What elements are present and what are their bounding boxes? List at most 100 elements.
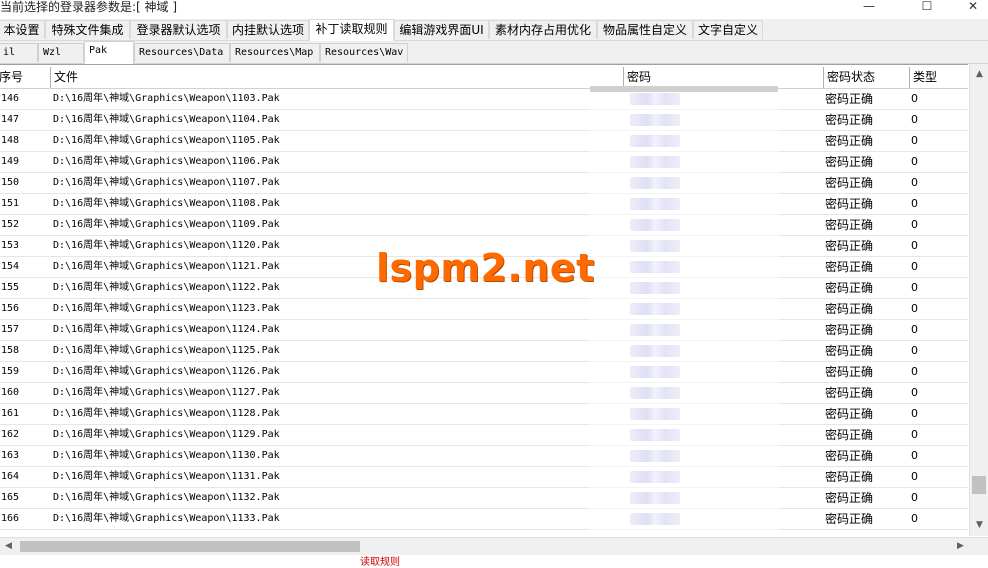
row-file-path: D:\16周年\神域\Graphics\Weapon\1130.Pak <box>53 450 280 461</box>
subtab-resources-data[interactable]: Resources\Data <box>134 43 230 62</box>
row-file-path: D:\16周年\神域\Graphics\Weapon\1109.Pak <box>53 219 280 230</box>
table-row[interactable]: 152 D:\16周年\神域\Graphics\Weapon\1109.Pak 密码… <box>0 215 968 236</box>
table-row[interactable]: 156 D:\16周年\神域\Graphics\Weapon\1123.Pak 密码… <box>0 299 968 320</box>
row-number: 165 <box>1 492 20 503</box>
table-row[interactable]: 149 D:\16周年\神域\Graphics\Weapon\1106.Pak 密码… <box>0 152 968 173</box>
scroll-down-icon[interactable]: ▼ <box>970 517 988 534</box>
row-type: 0 <box>911 92 918 105</box>
scroll-up-icon[interactable]: ▲ <box>970 66 988 83</box>
password-blur <box>630 366 680 378</box>
row-type: 0 <box>911 134 918 147</box>
row-number: 158 <box>1 345 20 356</box>
close-button[interactable]: ✕ <box>950 0 988 15</box>
row-type: 0 <box>911 176 918 189</box>
table-row[interactable]: 150 D:\16周年\神域\Graphics\Weapon\1107.Pak 密码… <box>0 173 968 194</box>
row-number: 159 <box>1 366 20 377</box>
row-number: 163 <box>1 450 20 461</box>
row-type: 0 <box>911 512 918 525</box>
row-file-path: D:\16周年\神域\Graphics\Weapon\1108.Pak <box>53 198 280 209</box>
password-blur <box>630 408 680 420</box>
row-number: 147 <box>1 114 20 125</box>
row-password-status: 密码正确 <box>825 365 874 379</box>
row-number: 149 <box>1 156 20 167</box>
scroll-right-icon[interactable]: ▶ <box>952 538 969 555</box>
row-type: 0 <box>911 365 918 378</box>
row-type: 0 <box>911 197 918 210</box>
vertical-scrollbar[interactable]: ▲ ▼ <box>969 64 988 536</box>
row-password-status: 密码正确 <box>825 134 874 148</box>
row-type: 0 <box>911 323 918 336</box>
subtab-resources-map[interactable]: Resources\Map <box>230 43 320 62</box>
password-blur <box>630 387 680 399</box>
row-password-status: 密码正确 <box>825 344 874 358</box>
table-row[interactable]: 151 D:\16周年\神域\Graphics\Weapon\1108.Pak 密码… <box>0 194 968 215</box>
row-file-path: D:\16周年\神域\Graphics\Weapon\1125.Pak <box>53 345 280 356</box>
tab-special-files[interactable]: 特殊文件集成 <box>45 20 130 39</box>
table-row[interactable]: 157 D:\16周年\神域\Graphics\Weapon\1124.Pak 密码… <box>0 320 968 341</box>
table-row[interactable]: 159 D:\16周年\神域\Graphics\Weapon\1126.Pak 密码… <box>0 362 968 383</box>
column-header-num[interactable]: 序号 <box>0 67 51 88</box>
row-password-redacted <box>625 215 823 235</box>
table-row[interactable]: 165 D:\16周年\神域\Graphics\Weapon\1132.Pak 密码… <box>0 488 968 509</box>
maximize-button[interactable]: ☐ <box>904 0 950 15</box>
tab-text-custom[interactable]: 文字自定义 <box>693 20 763 39</box>
table-row[interactable]: 161 D:\16周年\神域\Graphics\Weapon\1128.Pak 密码… <box>0 404 968 425</box>
password-blur <box>630 303 680 315</box>
row-type: 0 <box>911 302 918 315</box>
table-row[interactable]: 148 D:\16周年\神域\Graphics\Weapon\1105.Pak 密码… <box>0 131 968 152</box>
row-password-status: 密码正确 <box>825 281 874 295</box>
window-title: 当前选择的登录器参数是:[ 神域 ] <box>0 0 178 14</box>
vertical-scroll-thumb[interactable] <box>972 476 986 494</box>
row-password-redacted <box>625 425 823 445</box>
password-blur <box>630 114 680 126</box>
table-row[interactable]: 146 D:\16周年\神域\Graphics\Weapon\1103.Pak 密码… <box>0 89 968 110</box>
row-password-status: 密码正确 <box>825 155 874 169</box>
minimize-button[interactable]: — <box>846 0 892 15</box>
table-row[interactable]: 164 D:\16周年\神域\Graphics\Weapon\1131.Pak 密码… <box>0 467 968 488</box>
tab-edit-game-ui[interactable]: 编辑游戏界面UI <box>394 20 489 39</box>
row-type: 0 <box>911 113 918 126</box>
subtab-wzl[interactable]: Wzl <box>38 43 84 62</box>
column-header-file[interactable]: 文件 <box>51 67 624 88</box>
table-row[interactable]: 166 D:\16周年\神域\Graphics\Weapon\1133.Pak 密码… <box>0 509 968 530</box>
password-blur <box>630 492 680 504</box>
column-header-status[interactable]: 密码状态 <box>824 67 910 88</box>
tab-patch-rules[interactable]: 补丁读取规则 <box>309 19 394 41</box>
row-password-status: 密码正确 <box>825 428 874 442</box>
table-row[interactable]: 162 D:\16周年\神域\Graphics\Weapon\1129.Pak 密码… <box>0 425 968 446</box>
table-row[interactable]: 158 D:\16周年\神域\Graphics\Weapon\1125.Pak 密码… <box>0 341 968 362</box>
subtab-il[interactable]: il <box>0 43 38 62</box>
horizontal-scroll-thumb[interactable] <box>20 541 360 552</box>
list-header: 序号 文件 密码 密码状态 类型 <box>0 67 968 89</box>
row-password-redacted <box>625 194 823 214</box>
tab-memory-optimize[interactable]: 素材内存占用优化 <box>489 20 597 39</box>
row-password-status: 密码正确 <box>825 449 874 463</box>
row-password-redacted <box>625 299 823 319</box>
column-header-password[interactable]: 密码 <box>624 67 824 88</box>
row-file-path: D:\16周年\神域\Graphics\Weapon\1104.Pak <box>53 114 280 125</box>
row-file-path: D:\16周年\神域\Graphics\Weapon\1107.Pak <box>53 177 280 188</box>
table-row[interactable]: 160 D:\16周年\神域\Graphics\Weapon\1127.Pak 密码… <box>0 383 968 404</box>
tab-plugin-defaults[interactable]: 内挂默认选项 <box>227 20 309 39</box>
row-password-status: 密码正确 <box>825 260 874 274</box>
row-number: 166 <box>1 513 20 524</box>
scroll-left-icon[interactable]: ◀ <box>0 538 17 555</box>
tab-item-attributes[interactable]: 物品属性自定义 <box>597 20 693 39</box>
row-type: 0 <box>911 470 918 483</box>
subtab-pak[interactable]: Pak <box>84 41 134 64</box>
row-number: 152 <box>1 219 20 230</box>
table-row[interactable]: 163 D:\16周年\神域\Graphics\Weapon\1130.Pak 密码… <box>0 446 968 467</box>
row-password-redacted <box>625 320 823 340</box>
tab-basic-settings[interactable]: 本设置 <box>0 20 45 39</box>
pak-file-list[interactable]: 序号 文件 密码 密码状态 类型 146 D:\16周年\神域\Graphics\… <box>0 64 968 537</box>
title-bar: 当前选择的登录器参数是:[ 神域 ] — ☐ ✕ <box>0 0 988 18</box>
table-row[interactable]: 147 D:\16周年\神域\Graphics\Weapon\1104.Pak 密码… <box>0 110 968 131</box>
row-password-redacted <box>625 89 823 109</box>
main-tab-bar: 本设置 特殊文件集成 登录器默认选项 内挂默认选项 补丁读取规则 编辑游戏界面U… <box>0 19 988 41</box>
horizontal-scrollbar[interactable]: ◀ ▶ <box>0 537 988 555</box>
tab-launcher-defaults[interactable]: 登录器默认选项 <box>130 20 227 39</box>
row-type: 0 <box>911 344 918 357</box>
column-header-type[interactable]: 类型 <box>910 67 968 88</box>
subtab-resources-wav[interactable]: Resources\Wav <box>320 43 408 62</box>
row-password-status: 密码正确 <box>825 470 874 484</box>
